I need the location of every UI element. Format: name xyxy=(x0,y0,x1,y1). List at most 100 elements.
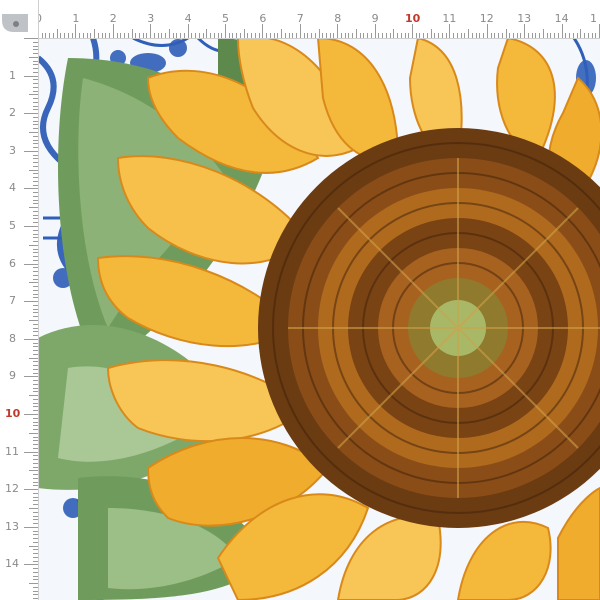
ruler-tick xyxy=(288,33,290,38)
ruler-tick xyxy=(56,29,58,38)
ruler-tick xyxy=(49,33,51,38)
ruler-tick xyxy=(33,233,38,235)
ruler-tick xyxy=(33,466,38,468)
ruler-tick xyxy=(105,33,107,38)
ruler-tick xyxy=(29,282,38,284)
ruler-tick xyxy=(33,523,38,525)
ruler-tick xyxy=(33,105,38,107)
ruler-tick xyxy=(584,33,586,38)
ruler-tick xyxy=(64,33,66,38)
ruler-tick xyxy=(24,113,38,115)
ruler-tick xyxy=(561,24,563,38)
ruler-tick xyxy=(370,33,372,38)
ruler-tick xyxy=(494,33,496,38)
ruler-number: 11 xyxy=(442,12,457,25)
ruler-tick xyxy=(340,33,342,38)
ruler-tick xyxy=(33,90,38,92)
ruler-tick xyxy=(33,271,38,273)
ruler-tick xyxy=(33,383,38,385)
ruler-tick xyxy=(94,29,96,38)
ruler-tick xyxy=(33,101,38,103)
ruler-number: 12 xyxy=(5,482,19,496)
ruler-tick xyxy=(33,158,38,160)
ruler-tick xyxy=(33,485,38,487)
ruler-tick xyxy=(97,33,99,38)
ruler-tick xyxy=(33,297,38,299)
ruler-tick xyxy=(195,33,197,38)
ruler-tick xyxy=(33,248,38,250)
ruler-tick xyxy=(29,395,38,397)
ruler-tick xyxy=(71,33,73,38)
ruler-tick xyxy=(29,470,38,472)
ruler-number: 9 xyxy=(9,369,16,383)
ruler-tick xyxy=(33,323,38,325)
ruler-tick xyxy=(415,33,417,38)
ruler-tick xyxy=(33,71,38,73)
ruler-tick xyxy=(210,33,212,38)
ruler-tick xyxy=(33,350,38,352)
ruler-tick xyxy=(150,24,152,38)
ruler-number: 5 xyxy=(9,219,16,232)
ruler-tick xyxy=(408,33,410,38)
ruler-tick xyxy=(33,387,38,389)
ruler-tick xyxy=(303,33,305,38)
ruler-tick xyxy=(33,492,38,494)
ruler-tick xyxy=(486,24,488,38)
ruler-tick xyxy=(284,33,286,38)
ruler-tick xyxy=(29,244,38,246)
ruler-tick xyxy=(580,29,582,38)
ruler-tick xyxy=(33,184,38,186)
ruler-number: 9 xyxy=(371,12,379,25)
ruler-tick xyxy=(281,29,283,38)
ruler-tick xyxy=(475,33,477,38)
ruler-tick xyxy=(225,24,226,38)
ruler-tick xyxy=(24,489,38,491)
ruler-tick xyxy=(430,29,432,38)
ruler-tick xyxy=(33,218,38,220)
ruler-tick xyxy=(33,380,38,382)
ruler-tick xyxy=(591,33,593,38)
ruler-tick xyxy=(33,128,38,130)
ruler-tick xyxy=(337,24,339,38)
ruler-tick xyxy=(557,33,559,38)
ruler-tick xyxy=(33,86,38,88)
ruler-tick xyxy=(135,33,137,38)
ruler-tick xyxy=(120,33,122,38)
ruler-tick xyxy=(142,33,144,38)
ruler-tick xyxy=(546,33,548,38)
ruler-tick xyxy=(33,241,38,243)
ruler-tick xyxy=(33,511,38,513)
product-image: 012345678910111213141 123456789101112131… xyxy=(0,0,600,600)
ruler-tick xyxy=(33,109,38,111)
ruler-tick xyxy=(217,33,219,38)
ruler-tick xyxy=(258,33,260,38)
ruler-tick xyxy=(460,33,462,38)
ruler-tick xyxy=(67,33,69,38)
ruler-tick xyxy=(33,402,38,404)
ruler-tick xyxy=(33,222,38,224)
ruler-tick xyxy=(33,316,38,318)
ruler-tick xyxy=(423,33,425,38)
ruler-tick xyxy=(33,496,38,498)
ruler-tick xyxy=(33,560,38,562)
ruler-tick xyxy=(33,289,38,291)
ruler-tick xyxy=(273,33,275,38)
ruler-tick xyxy=(325,33,327,38)
ruler-tick xyxy=(157,33,159,38)
ruler-tick xyxy=(29,132,38,133)
ruler-corner xyxy=(0,0,38,38)
measuring-tape-clip-icon xyxy=(2,14,28,32)
ruler-number: 8 xyxy=(9,331,16,345)
ruler-tick xyxy=(52,33,54,38)
ruler-tick xyxy=(24,38,38,39)
ruler-tick xyxy=(33,549,38,551)
ruler-tick xyxy=(33,274,38,276)
ruler-tick xyxy=(239,33,241,38)
ruler-tick xyxy=(33,139,38,141)
ruler-number: 11 xyxy=(5,444,19,458)
ruler-tick xyxy=(516,33,518,38)
ruler-number: 8 xyxy=(334,12,342,25)
ruler-tick xyxy=(33,135,38,137)
ruler-tick xyxy=(314,33,316,38)
ruler-tick xyxy=(124,33,126,38)
